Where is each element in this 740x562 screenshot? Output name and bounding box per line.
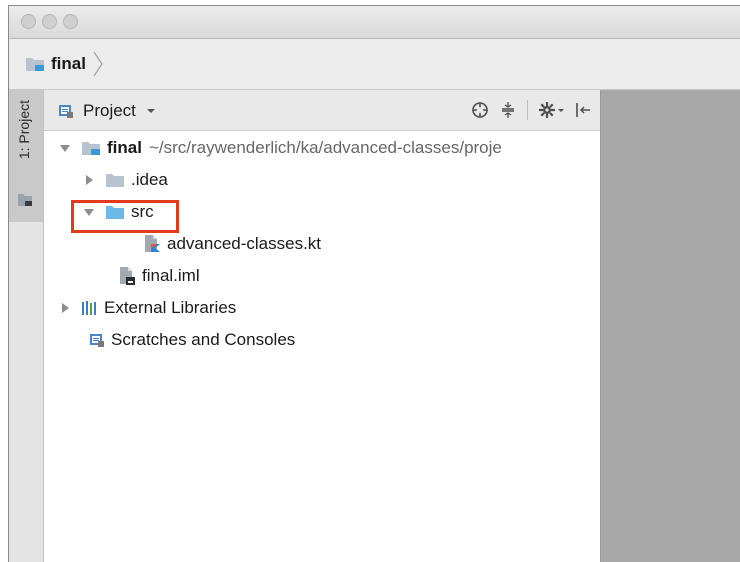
breadcrumb-project-label: final [51,54,86,73]
root-module-name: final [107,137,142,157]
hide-panel-icon[interactable] [574,101,592,119]
kotlin-file-icon [142,234,162,254]
module-folder-icon [81,140,101,156]
tree-row-iml-file[interactable]: final.iml [44,260,600,291]
tree-row-external-libraries[interactable]: External Libraries [44,292,600,323]
settings-icon[interactable] [538,101,564,119]
view-selector-label: Project [83,101,136,120]
minimize-window-button[interactable] [42,14,57,29]
tree-row-root[interactable]: final ~/src/raywenderlich/ka/advanced-cl… [44,132,600,163]
editor-empty-area [600,90,740,562]
library-icon [81,300,99,316]
scratches-icon [89,332,105,348]
project-panel: Project final ~/src/raywenderlich/ka/adv… [44,90,600,562]
locate-icon[interactable] [471,101,489,119]
collapse-all-icon[interactable] [499,101,517,119]
annotation-highlight-box [71,200,179,233]
project-tree: final ~/src/raywenderlich/ka/advanced-cl… [44,130,600,562]
tool-window-strip: 1: Project [9,90,44,562]
module-folder-icon [25,56,45,72]
idea-folder-label: .idea [131,169,168,189]
scratches-label: Scratches and Consoles [111,329,296,349]
zoom-window-button[interactable] [63,14,78,29]
iml-file-icon [117,266,137,286]
panel-toolbar [471,100,592,120]
breadcrumb-project[interactable]: final [25,51,104,77]
tree-row-idea[interactable]: .idea [44,164,600,195]
project-tool-tab[interactable]: 1: Project [9,90,43,222]
navigation-bar: final [9,39,740,90]
iml-file-label: final.iml [142,265,200,285]
ide-window: final 1: Project Project final ~/src/ray… [8,5,740,562]
toolbar-separator [527,100,528,120]
external-libraries-label: External Libraries [104,297,237,317]
view-selector[interactable]: Project [58,101,156,121]
tree-row-scratches[interactable]: Scratches and Consoles [44,324,600,355]
project-tool-tab-label: 1: Project [16,100,32,160]
chevron-down-icon [146,109,155,113]
project-view-icon [59,105,73,118]
project-structure-icon [18,194,32,206]
breadcrumb-separator-icon [93,51,103,77]
close-window-button[interactable] [21,14,36,29]
project-panel-header: Project [44,90,600,131]
root-module-path: ~/src/raywenderlich/ka/advanced-classes/… [148,137,502,157]
kotlin-file-label: advanced-classes.kt [167,233,322,253]
expanded-arrow-icon[interactable] [58,141,72,155]
title-bar [9,6,740,39]
collapsed-arrow-icon[interactable] [82,173,96,187]
collapsed-arrow-icon[interactable] [58,301,72,315]
folder-icon [105,172,125,188]
